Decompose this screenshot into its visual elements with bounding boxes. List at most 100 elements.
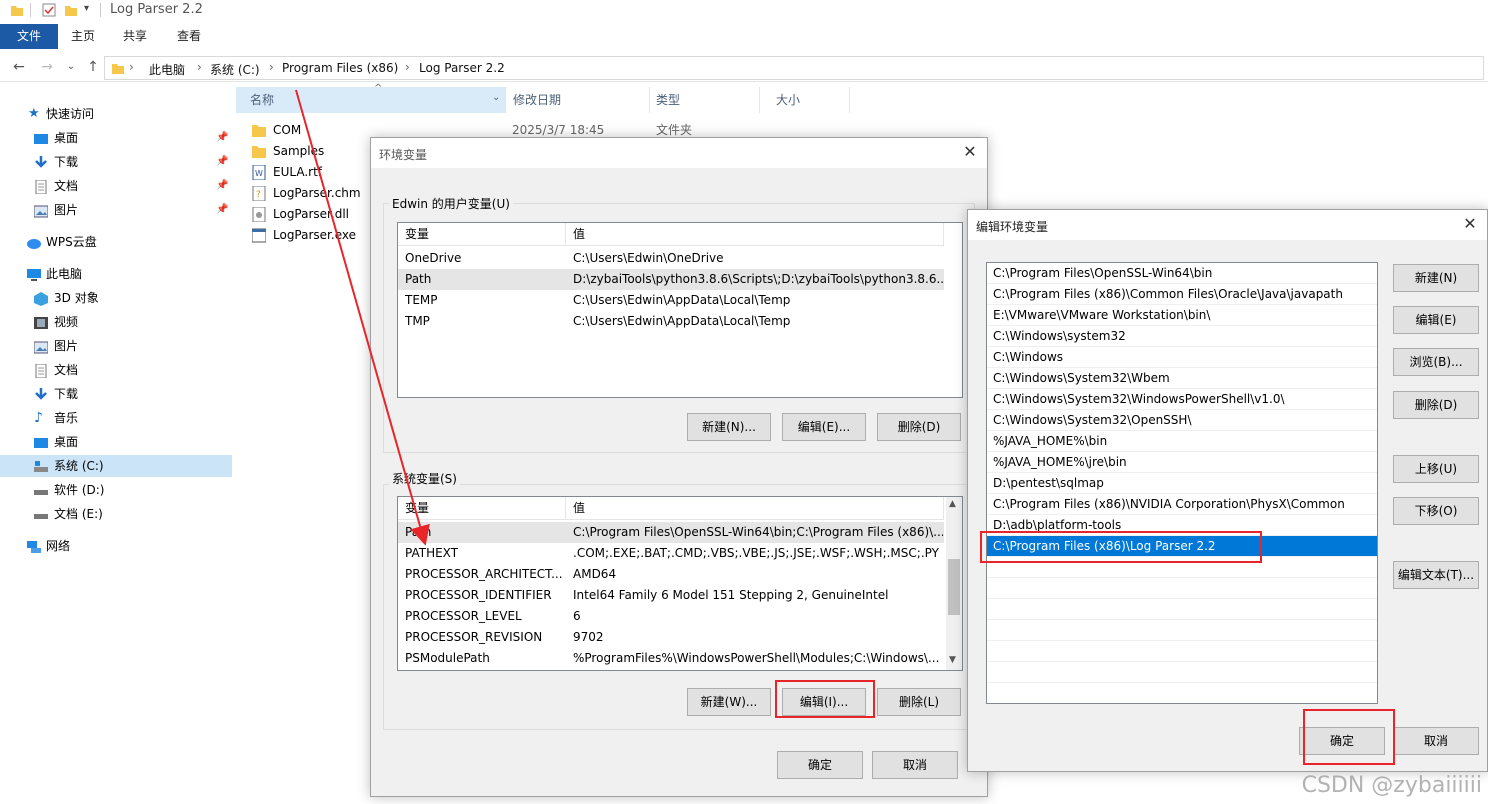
ok-button[interactable]: 确定: [777, 751, 863, 779]
list-item[interactable]: D:\pentest\sqlmap: [987, 473, 1377, 494]
delete-button[interactable]: 删除(D): [1393, 391, 1479, 419]
column-name[interactable]: 名称: [236, 87, 506, 113]
list-item-empty[interactable]: [987, 641, 1377, 662]
nav-item-desktop-pc[interactable]: 桌面: [0, 431, 232, 453]
properties-icon[interactable]: [42, 3, 56, 17]
table-row[interactable]: PSModulePath %ProgramFiles%\WindowsPower…: [398, 648, 944, 669]
user-new-button[interactable]: 新建(N)...: [687, 413, 771, 441]
table-row[interactable]: PROCESSOR_IDENTIFIER Intel64 Family 6 Mo…: [398, 585, 944, 606]
list-item[interactable]: %JAVA_HOME%\jre\bin: [987, 452, 1377, 473]
list-item[interactable]: E:\VMware\VMware Workstation\bin\: [987, 305, 1377, 326]
tab-view[interactable]: 查看: [170, 24, 208, 49]
column-type[interactable]: 类型: [642, 87, 760, 113]
list-item-empty[interactable]: [987, 578, 1377, 599]
user-edit-button[interactable]: 编辑(E)...: [782, 413, 866, 441]
nav-item-documents-e[interactable]: 文档 (E:): [0, 503, 232, 525]
list-item[interactable]: C:\Program Files (x86)\NVIDIA Corporatio…: [987, 494, 1377, 515]
breadcrumb-log-parser[interactable]: Log Parser 2.2: [419, 61, 505, 75]
system-new-button[interactable]: 新建(W)...: [687, 688, 771, 716]
move-down-button[interactable]: 下移(O): [1393, 497, 1479, 525]
word-document-icon: W: [252, 164, 266, 181]
close-icon[interactable]: ✕: [961, 143, 979, 161]
scrollbar-thumb[interactable]: [948, 559, 960, 615]
tab-home[interactable]: 主页: [64, 24, 102, 49]
nav-item-documents[interactable]: 文档 📌: [0, 175, 232, 197]
variable-value: C:\Users\Edwin\OneDrive: [573, 251, 724, 265]
forward-arrow-icon[interactable]: →: [38, 58, 56, 76]
recent-chevron-icon[interactable]: ⌄: [62, 58, 80, 76]
nav-item-pictures[interactable]: 图片 📌: [0, 199, 232, 221]
nav-item-videos[interactable]: 视频: [0, 311, 232, 333]
new-folder-icon[interactable]: [64, 3, 78, 17]
list-item[interactable]: C:\Windows\System32\Wbem: [987, 368, 1377, 389]
table-row[interactable]: OneDrive C:\Users\Edwin\OneDrive: [398, 248, 944, 269]
nav-item-pictures-pc[interactable]: 图片: [0, 335, 232, 357]
column-value[interactable]: 值: [566, 223, 944, 246]
table-row[interactable]: PROCESSOR_REVISION 9702: [398, 627, 944, 648]
list-item[interactable]: %JAVA_HOME%\bin: [987, 431, 1377, 452]
list-item[interactable]: C:\Windows\System32\WindowsPowerShell\v1…: [987, 389, 1377, 410]
browse-button[interactable]: 浏览(B)...: [1393, 348, 1479, 376]
list-item[interactable]: C:\Program Files (x86)\Common Files\Orac…: [987, 284, 1377, 305]
nav-network[interactable]: 网络: [0, 535, 232, 557]
table-row[interactable]: PATHEXT .COM;.EXE;.BAT;.CMD;.VBS;.VBE;.J…: [398, 543, 944, 564]
nav-item-music[interactable]: ♪ 音乐: [0, 407, 232, 429]
user-delete-button[interactable]: 删除(D): [877, 413, 961, 441]
list-item[interactable]: C:\Windows: [987, 347, 1377, 368]
path-entries-list[interactable]: C:\Program Files\OpenSSL-Win64\bin C:\Pr…: [986, 262, 1378, 704]
scroll-down-icon[interactable]: ▼: [949, 655, 956, 665]
nav-wps-cloud[interactable]: WPS云盘: [0, 231, 232, 253]
back-arrow-icon[interactable]: ←: [10, 58, 28, 76]
breadcrumb-program-files-x86[interactable]: Program Files (x86): [282, 61, 398, 75]
address-bar[interactable]: › 此电脑 › 系统 (C:) › Program Files (x86) › …: [104, 56, 1484, 80]
new-button[interactable]: 新建(N): [1393, 264, 1479, 292]
nav-this-pc[interactable]: 此电脑: [0, 263, 232, 285]
column-variable[interactable]: 变量: [398, 497, 566, 520]
edit-text-button[interactable]: 编辑文本(T)...: [1393, 561, 1479, 589]
cancel-button[interactable]: 取消: [872, 751, 958, 779]
nav-item-system-c[interactable]: 系统 (C:): [0, 455, 232, 477]
close-icon[interactable]: ✕: [1461, 215, 1479, 233]
list-item-empty[interactable]: [987, 662, 1377, 683]
column-date[interactable]: 修改日期: [499, 87, 650, 113]
customize-chevron-icon[interactable]: ▾: [84, 3, 98, 17]
list-item[interactable]: C:\Windows\system32: [987, 326, 1377, 347]
column-variable[interactable]: 变量: [398, 223, 566, 246]
system-delete-button[interactable]: 删除(L): [877, 688, 961, 716]
up-arrow-icon[interactable]: ↑: [84, 58, 102, 76]
list-item-empty[interactable]: [987, 620, 1377, 641]
move-up-button[interactable]: 上移(U): [1393, 455, 1479, 483]
column-size[interactable]: 大小: [762, 87, 850, 113]
list-item-empty[interactable]: [987, 599, 1377, 620]
breadcrumb-this-pc[interactable]: 此电脑: [149, 61, 185, 78]
scrollbar[interactable]: ▲ ▼: [946, 497, 962, 670]
cloud-icon: [26, 235, 41, 249]
column-value[interactable]: 值: [566, 497, 944, 520]
nav-item-3d-objects[interactable]: 3D 对象: [0, 287, 232, 309]
table-row[interactable]: Path C:\Program Files\OpenSSL-Win64\bin;…: [398, 522, 944, 543]
scroll-up-icon[interactable]: ▲: [949, 499, 956, 509]
list-item[interactable]: C:\Windows\System32\OpenSSH\: [987, 410, 1377, 431]
tab-share[interactable]: 共享: [116, 24, 154, 49]
nav-item-documents-pc[interactable]: 文档: [0, 359, 232, 381]
table-row[interactable]: Path D:\zybaiTools\python3.8.6\Scripts\;…: [398, 269, 944, 290]
table-row[interactable]: TMP C:\Users\Edwin\AppData\Local\Temp: [398, 311, 944, 332]
edit-button[interactable]: 编辑(E): [1393, 306, 1479, 334]
table-row[interactable]: PROCESSOR_ARCHITECT... AMD64: [398, 564, 944, 585]
nav-item-desktop[interactable]: 桌面 📌: [0, 127, 232, 149]
variable-name: PROCESSOR_ARCHITECT...: [405, 567, 563, 581]
list-item[interactable]: C:\Program Files\OpenSSL-Win64\bin: [987, 263, 1377, 284]
table-row[interactable]: TEMP C:\Users\Edwin\AppData\Local\Temp: [398, 290, 944, 311]
nav-item-downloads-pc[interactable]: 下载: [0, 383, 232, 405]
cancel-button[interactable]: 取消: [1393, 727, 1479, 755]
nav-item-downloads[interactable]: 下载 📌: [0, 151, 232, 173]
user-variables-list[interactable]: 变量 值 OneDrive C:\Users\Edwin\OneDrive Pa…: [397, 222, 963, 398]
nav-quick-access[interactable]: ★ 快速访问: [0, 103, 232, 125]
tab-file[interactable]: 文件: [0, 24, 58, 49]
system-variables-list[interactable]: 变量 值 Path C:\Program Files\OpenSSL-Win64…: [397, 496, 963, 671]
variable-value: %ProgramFiles%\WindowsPowerShell\Modules…: [573, 651, 940, 665]
network-icon: [26, 539, 41, 553]
nav-item-software-d[interactable]: 软件 (D:): [0, 479, 232, 501]
breadcrumb-system-c[interactable]: 系统 (C:): [210, 61, 260, 78]
table-row[interactable]: PROCESSOR_LEVEL 6: [398, 606, 944, 627]
